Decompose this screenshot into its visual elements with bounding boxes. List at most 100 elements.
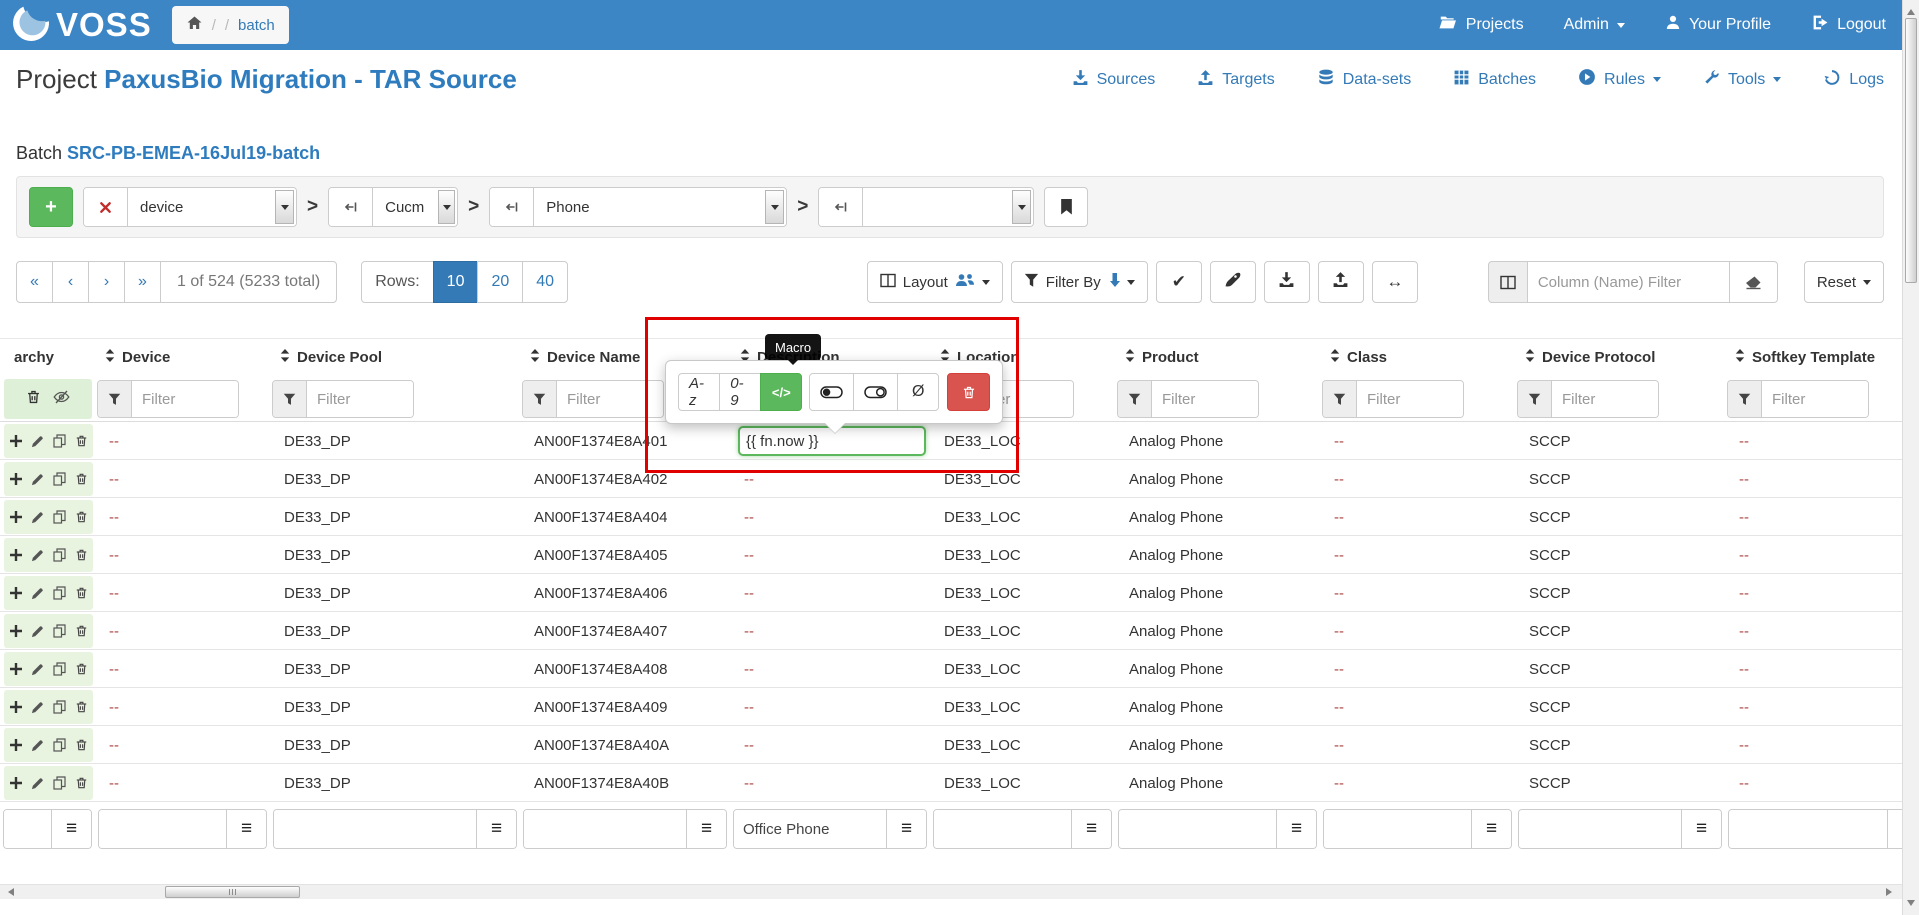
bulk-edit-input[interactable]: [4, 810, 51, 848]
edit-row-icon[interactable]: [31, 663, 44, 676]
table-row[interactable]: -- DE33_DP AN00F1374E8A406 -- DE33_LOC A…: [0, 574, 1902, 612]
bulk-edit-input[interactable]: [274, 810, 476, 848]
cell-device_protocol[interactable]: SCCP: [1515, 509, 1725, 526]
column-header[interactable]: Device Protocol: [1515, 349, 1725, 366]
cell-location[interactable]: DE33_LOC: [930, 433, 1115, 450]
cell-product[interactable]: Analog Phone: [1115, 547, 1320, 564]
layout-button[interactable]: Layout: [867, 261, 1003, 303]
cell-device[interactable]: --: [95, 775, 270, 792]
column-header[interactable]: Class: [1320, 349, 1515, 366]
cell-class[interactable]: --: [1320, 433, 1515, 450]
cell-product[interactable]: Analog Phone: [1115, 509, 1320, 526]
table-row[interactable]: -- DE33_DP AN00F1374E8A404 -- DE33_LOC A…: [0, 498, 1902, 536]
null-value-button[interactable]: Ø: [897, 373, 939, 411]
last-page-button[interactable]: »: [124, 261, 161, 303]
bookmark-button[interactable]: [1044, 187, 1088, 227]
cell-device_pool[interactable]: DE33_DP: [270, 623, 520, 640]
cell-softkey_template[interactable]: --: [1725, 547, 1902, 564]
cell-device_name[interactable]: AN00F1374E8A404: [520, 509, 730, 526]
bulk-edit-input[interactable]: [524, 810, 686, 848]
funnel-icon[interactable]: [1118, 381, 1152, 417]
cell-device_name[interactable]: AN00F1374E8A409: [520, 699, 730, 716]
add-row-icon[interactable]: [10, 739, 22, 751]
link-logs[interactable]: Logs: [1823, 69, 1884, 91]
cell-product[interactable]: Analog Phone: [1115, 775, 1320, 792]
bulk-edit-input[interactable]: [1729, 810, 1887, 848]
scroll-right-arrow-icon[interactable]: [1886, 888, 1896, 896]
vertical-scrollbar-thumb[interactable]: [1905, 18, 1917, 283]
cell-device[interactable]: --: [95, 471, 270, 488]
cell-device_name[interactable]: AN00F1374E8A406: [520, 585, 730, 602]
eraser-icon[interactable]: [1730, 261, 1778, 303]
cell-location[interactable]: DE33_LOC: [930, 585, 1115, 602]
link-data-sets[interactable]: Data-sets: [1317, 69, 1411, 91]
delete-row-icon[interactable]: [75, 624, 88, 638]
column-filter-input[interactable]: [557, 381, 663, 417]
delete-row-icon[interactable]: [75, 662, 88, 676]
add-row-icon[interactable]: [10, 435, 22, 447]
column-header[interactable]: archy: [0, 349, 95, 366]
edit-row-icon[interactable]: [31, 587, 44, 600]
link-targets[interactable]: Targets: [1197, 69, 1274, 91]
phone-select[interactable]: Phone: [534, 188, 786, 226]
scroll-up-arrow-icon[interactable]: [1907, 5, 1915, 15]
add-row-icon[interactable]: [10, 511, 22, 523]
horizontal-scrollbar-thumb[interactable]: [165, 886, 300, 898]
table-row[interactable]: -- DE33_DP AN00F1374E8A407 -- DE33_LOC A…: [0, 612, 1902, 650]
numeric-sort-button[interactable]: 0-9: [719, 373, 761, 411]
edit-row-icon[interactable]: [31, 473, 44, 486]
alpha-sort-button[interactable]: A-z: [678, 373, 720, 411]
cell-softkey_template[interactable]: --: [1725, 433, 1902, 450]
link-sources[interactable]: Sources: [1072, 69, 1156, 91]
cell-device_protocol[interactable]: SCCP: [1515, 585, 1725, 602]
cell-description[interactable]: --: [730, 623, 930, 640]
funnel-icon[interactable]: [1518, 381, 1552, 417]
delete-selected-icon[interactable]: [26, 389, 41, 410]
resize-columns-button[interactable]: ↔: [1372, 261, 1418, 303]
delete-row-icon[interactable]: [75, 472, 88, 486]
column-filter-input[interactable]: [1762, 381, 1868, 417]
funnel-icon[interactable]: [98, 381, 132, 417]
column-filter-input[interactable]: [307, 381, 413, 417]
cell-product[interactable]: Analog Phone: [1115, 623, 1320, 640]
delete-value-button[interactable]: [947, 373, 990, 411]
bulk-menu-button[interactable]: ≡: [476, 810, 516, 848]
scroll-down-arrow-icon[interactable]: [1907, 900, 1915, 910]
rows-40-button[interactable]: 40: [522, 261, 568, 303]
delete-row-icon[interactable]: [75, 586, 88, 600]
cell-device[interactable]: --: [95, 623, 270, 640]
cell-softkey_template[interactable]: --: [1725, 471, 1902, 488]
cell-product[interactable]: Analog Phone: [1115, 471, 1320, 488]
eye-slash-icon[interactable]: [52, 389, 71, 410]
delete-row-icon[interactable]: [75, 776, 88, 790]
cell-class[interactable]: --: [1320, 585, 1515, 602]
column-header[interactable]: Product: [1115, 349, 1320, 366]
delete-row-icon[interactable]: [75, 738, 88, 752]
add-row-icon[interactable]: [10, 663, 22, 675]
column-filter-input[interactable]: [1357, 381, 1463, 417]
cell-product[interactable]: Analog Phone: [1115, 585, 1320, 602]
cell-device_pool[interactable]: DE33_DP: [270, 699, 520, 716]
bulk-menu-button[interactable]: ≡: [226, 810, 266, 848]
cell-device_pool[interactable]: DE33_DP: [270, 433, 520, 450]
cell-device_name[interactable]: AN00F1374E8A401: [520, 433, 730, 450]
column-header[interactable]: Softkey Template: [1725, 349, 1902, 366]
input-arrow-icon[interactable]: [819, 188, 863, 226]
cucm-select[interactable]: Cucm: [373, 188, 457, 226]
bulk-edit-input[interactable]: [1324, 810, 1471, 848]
prev-page-button[interactable]: ‹: [52, 261, 89, 303]
cell-location[interactable]: DE33_LOC: [930, 661, 1115, 678]
first-page-button[interactable]: «: [16, 261, 53, 303]
cell-device_protocol[interactable]: SCCP: [1515, 737, 1725, 754]
cell-device_pool[interactable]: DE33_DP: [270, 661, 520, 678]
bulk-menu-button[interactable]: ≡: [1471, 810, 1511, 848]
cell-softkey_template[interactable]: --: [1725, 661, 1902, 678]
cell-device_protocol[interactable]: SCCP: [1515, 661, 1725, 678]
add-row-icon[interactable]: [10, 777, 22, 789]
edit-row-icon[interactable]: [31, 511, 44, 524]
column-header[interactable]: Device Pool: [270, 349, 520, 366]
cell-device_pool[interactable]: DE33_DP: [270, 471, 520, 488]
cell-location[interactable]: DE33_LOC: [930, 699, 1115, 716]
cell-device[interactable]: --: [95, 547, 270, 564]
breadcrumb-current[interactable]: batch: [238, 17, 275, 34]
